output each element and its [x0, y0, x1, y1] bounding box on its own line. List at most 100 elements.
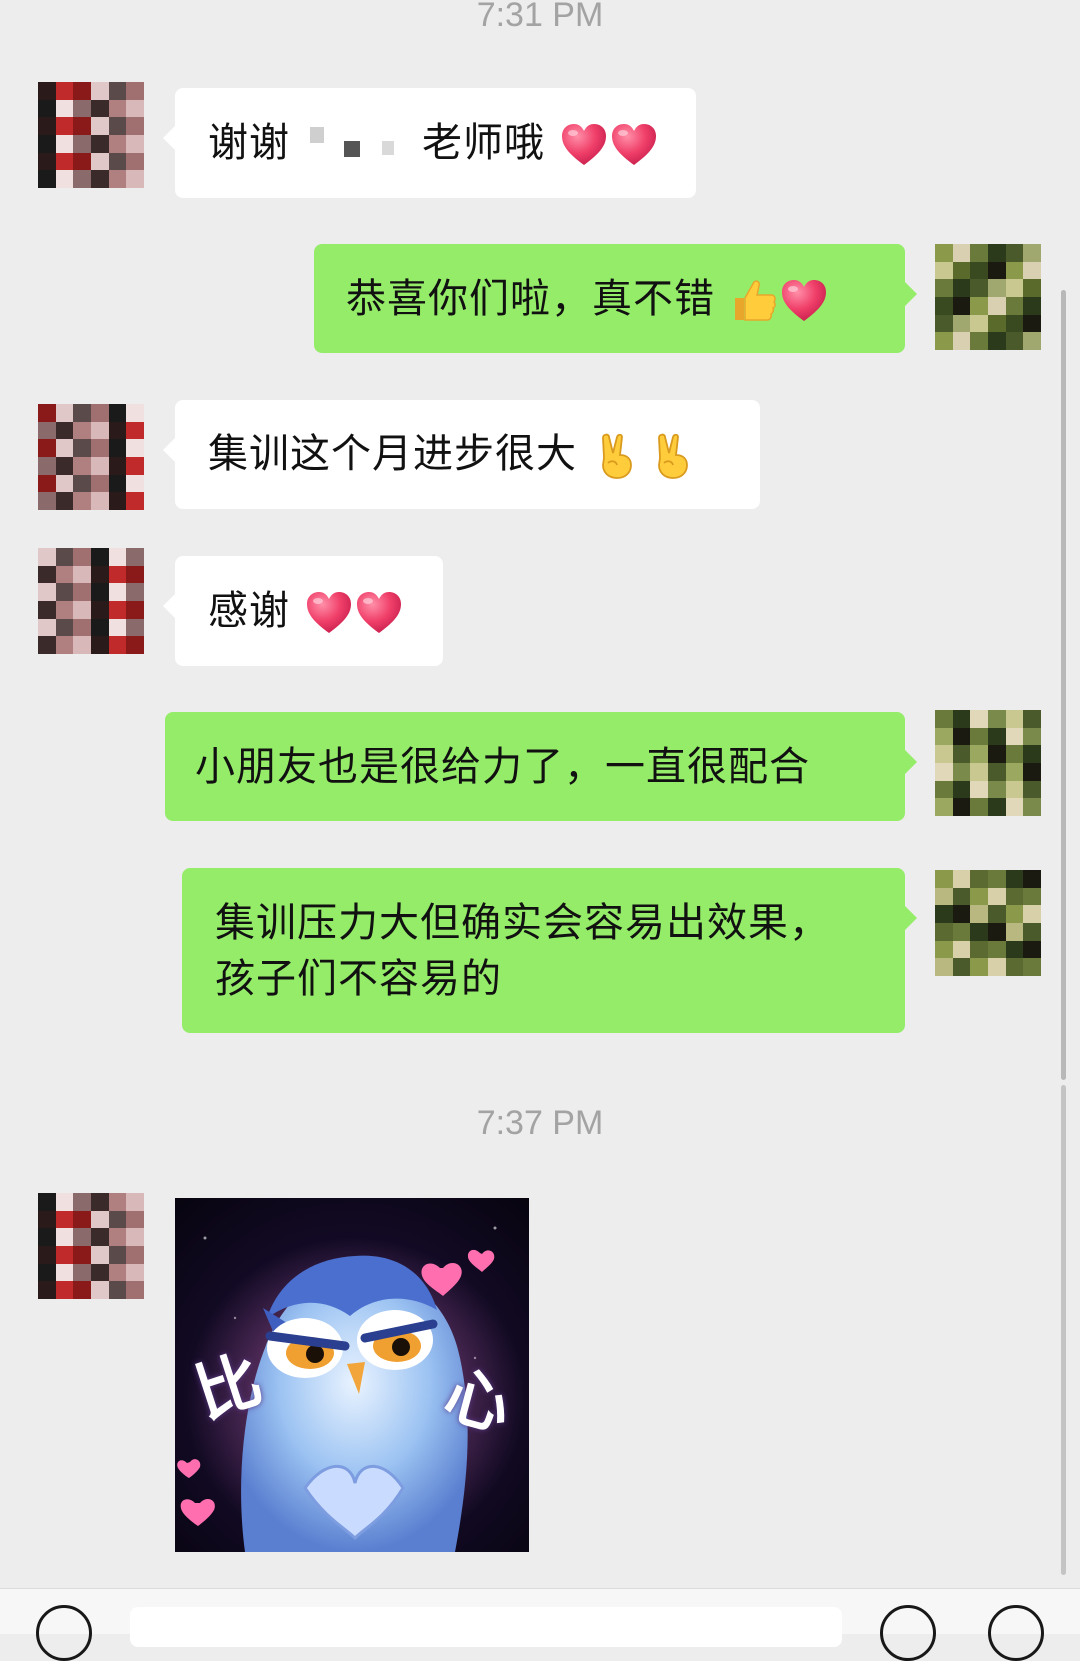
avatar-pixel: [90, 404, 109, 422]
message-bubble-received[interactable]: 感谢: [163, 556, 443, 666]
avatar-pixel: [952, 710, 971, 728]
avatar-pixel: [126, 548, 144, 566]
avatar-pixel: [73, 548, 91, 566]
avatar-pixel: [73, 152, 91, 171]
plus-icon[interactable]: [988, 1605, 1044, 1661]
avatar-pixel: [73, 583, 91, 601]
avatar-pixel: [108, 618, 127, 637]
avatar-pixel: [108, 600, 127, 619]
avatar-pixel: [73, 82, 91, 100]
avatar-pixel: [90, 600, 109, 619]
scrollbar[interactable]: [1061, 290, 1066, 1080]
avatar-pixel: [970, 261, 988, 280]
avatar-pixel: [38, 134, 56, 153]
contact-avatar[interactable]: [38, 548, 144, 654]
avatar-pixel: [38, 474, 56, 493]
redacted-name: [290, 125, 422, 165]
avatar-pixel: [55, 618, 74, 637]
avatar-pixel: [108, 152, 127, 171]
avatar-pixel: [126, 82, 144, 100]
avatar-pixel: [935, 958, 953, 976]
avatar-pixel: [935, 762, 953, 781]
message-text: 小朋友也是很给力了，一直很配合: [195, 744, 810, 790]
avatar-pixel: [126, 1193, 144, 1211]
contact-avatar[interactable]: [38, 82, 144, 188]
avatar-pixel: [38, 1210, 56, 1229]
avatar-pixel: [952, 314, 971, 333]
avatar-pixel: [1005, 244, 1024, 262]
message-input[interactable]: [130, 1607, 842, 1647]
avatar-pixel: [108, 548, 127, 566]
avatar-pixel: [935, 296, 953, 315]
avatar-pixel: [987, 958, 1006, 976]
avatar-pixel: [935, 279, 953, 297]
message-bubble-sent[interactable]: 恭喜你们啦，真不错: [314, 244, 917, 353]
avatar-pixel: [952, 780, 971, 799]
avatar-pixel: [73, 618, 91, 637]
avatar-pixel: [952, 762, 971, 781]
avatar-pixel: [1023, 727, 1041, 746]
avatar-pixel: [90, 1193, 109, 1211]
avatar-pixel: [73, 1228, 91, 1246]
scrollbar-thumb[interactable]: [1061, 1085, 1066, 1575]
my-avatar[interactable]: [935, 870, 1041, 976]
avatar-pixel: [970, 745, 988, 763]
avatar-pixel: [1023, 745, 1041, 763]
message-bubble-sent[interactable]: 集训压力大但确实会容易出效果， 孩子们不容易的: [182, 868, 917, 1033]
message-bubble-received[interactable]: 集训这个月进步很大: [163, 400, 760, 509]
avatar-pixel: [73, 492, 91, 510]
my-avatar[interactable]: [935, 710, 1041, 816]
voice-icon[interactable]: [36, 1605, 92, 1661]
avatar-pixel: [126, 99, 144, 118]
avatar-pixel: [73, 404, 91, 422]
avatar-pixel: [108, 134, 127, 153]
avatar-pixel: [55, 1228, 74, 1246]
avatar-pixel: [55, 1193, 74, 1211]
avatar-pixel: [108, 99, 127, 118]
avatar-pixel: [126, 636, 144, 654]
avatar-pixel: [108, 1193, 127, 1211]
avatar-pixel: [952, 958, 971, 976]
avatar-pixel: [935, 887, 953, 906]
avatar-pixel: [73, 1263, 91, 1282]
avatar-pixel: [73, 474, 91, 493]
avatar-pixel: [108, 439, 127, 457]
avatar-pixel: [90, 1263, 109, 1282]
avatar-pixel: [126, 1263, 144, 1282]
contact-avatar[interactable]: [38, 404, 144, 510]
victory-hand-icon: [591, 431, 641, 481]
avatar-pixel: [970, 727, 988, 746]
avatar-pixel: [108, 1210, 127, 1229]
avatar-pixel: [1023, 798, 1041, 816]
avatar-pixel: [38, 152, 56, 171]
avatar-pixel: [935, 870, 953, 888]
message-bubble-received[interactable]: 谢谢 老师哦: [163, 88, 696, 198]
avatar-pixel: [108, 565, 127, 584]
avatar-pixel: [126, 1210, 144, 1229]
contact-avatar[interactable]: [38, 1193, 144, 1299]
avatar-pixel: [38, 565, 56, 584]
avatar-pixel: [987, 887, 1006, 906]
avatar-pixel: [126, 1281, 144, 1299]
avatar-pixel: [38, 1193, 56, 1211]
avatar-pixel: [126, 492, 144, 510]
avatar-pixel: [935, 314, 953, 333]
avatar-pixel: [1005, 710, 1024, 728]
avatar-pixel: [987, 762, 1006, 781]
avatar-pixel: [90, 636, 109, 654]
avatar-pixel: [38, 82, 56, 100]
avatar-pixel: [126, 421, 144, 440]
avatar-pixel: [1005, 922, 1024, 941]
thumbs-up-icon: [729, 276, 779, 326]
avatar-pixel: [38, 548, 56, 566]
emoji-icon[interactable]: [880, 1605, 936, 1661]
my-avatar[interactable]: [935, 244, 1041, 350]
message-bubble-sent[interactable]: 小朋友也是很给力了，一直很配合: [165, 712, 917, 821]
avatar-pixel: [38, 99, 56, 118]
avatar-pixel: [987, 244, 1006, 262]
avatar-pixel: [987, 296, 1006, 315]
avatar-pixel: [73, 439, 91, 457]
avatar-pixel: [90, 456, 109, 475]
owl-heart-sticker[interactable]: 比 心: [175, 1198, 529, 1552]
avatar-pixel: [90, 548, 109, 566]
